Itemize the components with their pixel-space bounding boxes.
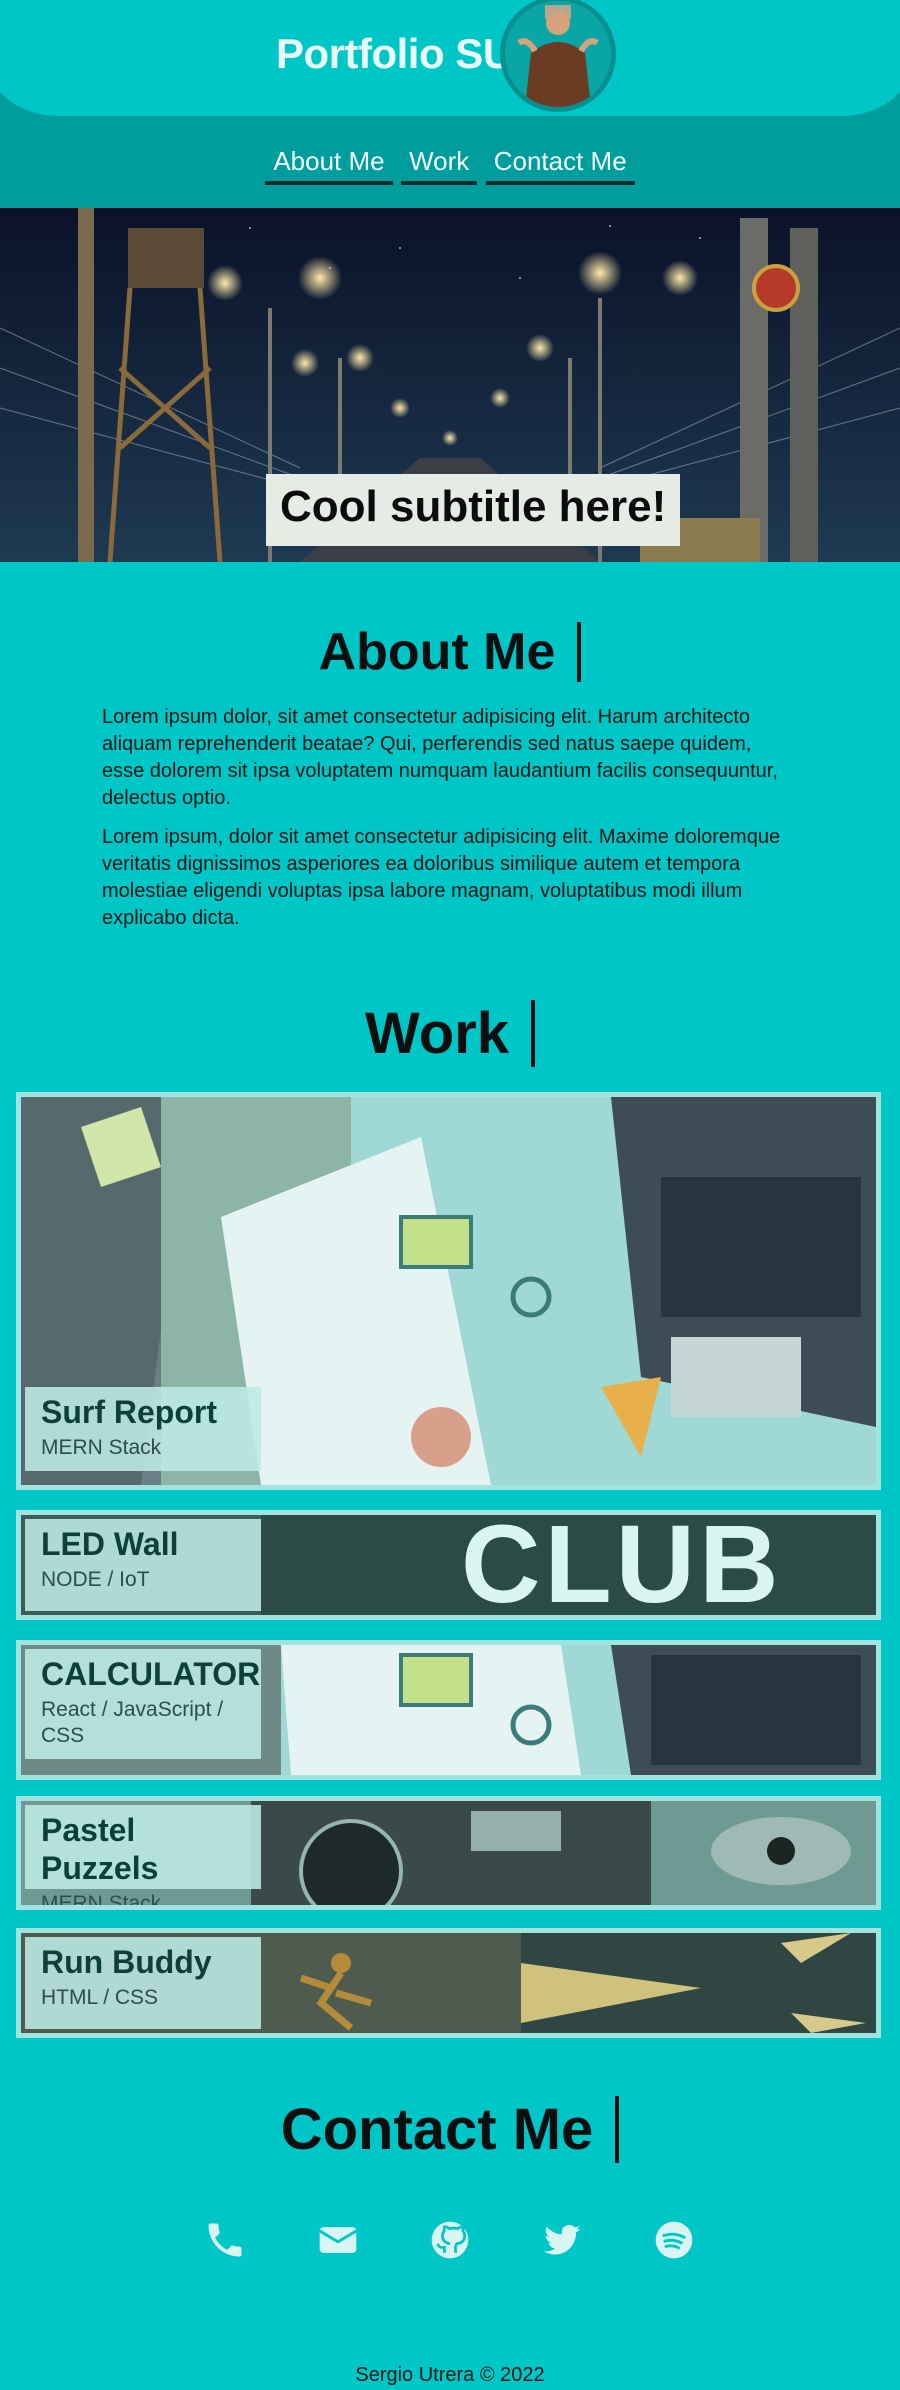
about-title: About Me (0, 622, 900, 682)
project-info: Surf Report MERN Stack (25, 1387, 261, 1471)
project-title: LED Wall (41, 1526, 179, 1562)
avatar (500, 0, 616, 112)
hero-subtitle: Cool subtitle here! (266, 474, 681, 546)
hero-banner: Cool subtitle here! (0, 208, 900, 562)
project-title: Pastel Puzzels (41, 1812, 159, 1886)
project-card-calculator[interactable]: CALCULATOR React / JavaScript / CSS (16, 1640, 881, 1780)
brand-title[interactable]: Portfolio SU (276, 30, 513, 78)
site-header: Portfolio SU About Me Work Contact Me (0, 0, 900, 208)
project-title: CALCULATOR (41, 1656, 261, 1692)
nav-about-me[interactable]: About Me (265, 146, 393, 185)
project-card-run-buddy[interactable]: Run Buddy HTML / CSS (16, 1928, 881, 2038)
project-image-text: CLUB (461, 1510, 783, 1620)
email-icon[interactable] (316, 2218, 360, 2262)
work-title: Work (0, 1000, 900, 1067)
project-card-led-wall[interactable]: CLUB LED Wall NODE / IoT (16, 1510, 881, 1620)
about-title-text: About Me (319, 622, 582, 682)
work-title-text: Work (365, 1000, 535, 1067)
project-stack: React / JavaScript / CSS (41, 1698, 224, 1747)
github-icon[interactable] (428, 2218, 472, 2262)
project-card-surf-report[interactable]: Surf Report MERN Stack (16, 1092, 881, 1490)
project-info: CALCULATOR React / JavaScript / CSS (25, 1649, 261, 1759)
project-title: Surf Report (41, 1394, 217, 1430)
contact-title-text: Contact Me (281, 2096, 620, 2163)
contact-icons (0, 2218, 900, 2268)
project-card-pastel-puzzels[interactable]: Pastel Puzzels MERN Stack (16, 1796, 881, 1910)
project-stack: MERN Stack (41, 1436, 162, 1459)
project-stack: MERN Stack (41, 1892, 162, 1910)
phone-icon[interactable] (203, 2218, 247, 2262)
about-paragraph-1: Lorem ipsum dolor, sit amet consectetur … (102, 706, 778, 809)
main-nav: About Me Work Contact Me (0, 146, 900, 185)
project-info: Run Buddy HTML / CSS (25, 1937, 261, 2029)
project-title: Run Buddy (41, 1944, 212, 1980)
project-stack: NODE / IoT (41, 1568, 150, 1591)
project-stack: HTML / CSS (41, 1986, 159, 2009)
nav-contact-me[interactable]: Contact Me (485, 146, 635, 185)
contact-title: Contact Me (0, 2096, 900, 2163)
spotify-icon[interactable] (652, 2218, 696, 2262)
twitter-icon[interactable] (540, 2218, 584, 2262)
about-paragraph-2: Lorem ipsum, dolor sit amet consectetur … (102, 826, 781, 929)
nav-work[interactable]: Work (401, 146, 478, 185)
project-info: Pastel Puzzels MERN Stack (25, 1805, 261, 1905)
footer-text: Sergio Utrera © 2022 (355, 2364, 545, 2386)
project-info: LED Wall NODE / IoT (25, 1519, 261, 1611)
